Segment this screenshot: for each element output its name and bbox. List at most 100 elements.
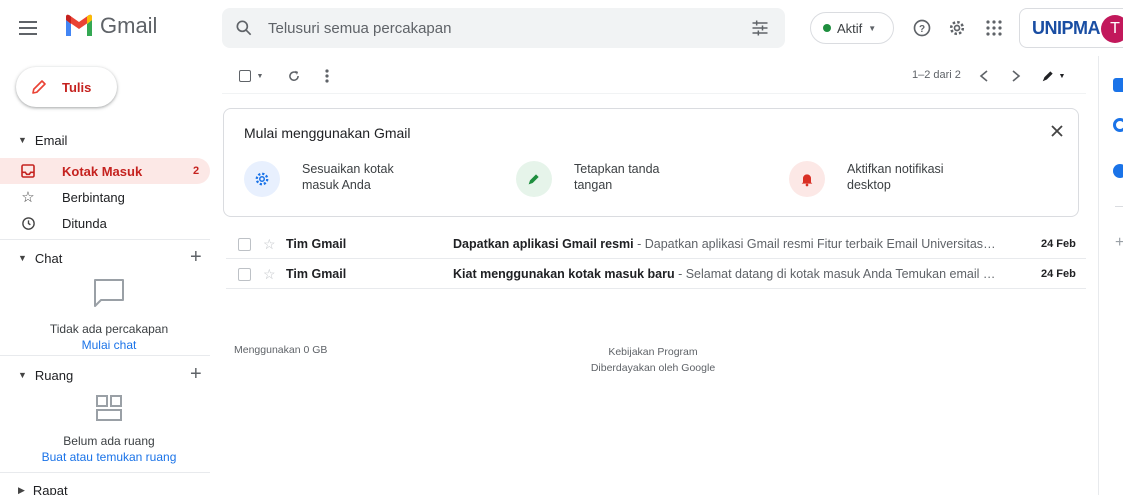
email-subject: Kiat menggunakan kotak masuk baru <box>453 267 675 281</box>
rooms-section-label: Ruang <box>34 367 74 383</box>
rooms-empty-text: Belum ada ruang <box>63 434 155 448</box>
star-icon: ☆ <box>21 189 35 206</box>
settings-gear-icon[interactable] <box>945 16 969 40</box>
chat-empty-state: Tidak ada percakapan Mulai chat <box>0 278 218 352</box>
sidebar-item-label: Ditunda <box>62 215 107 231</box>
rooms-empty-state: Belum ada ruang Buat atau temukan ruang <box>0 394 218 464</box>
compose-button[interactable]: Tulis <box>16 67 117 107</box>
unread-count-badge: 2 <box>193 165 200 177</box>
pen-icon <box>516 161 552 197</box>
status-label: Aktif <box>837 20 863 36</box>
rooms-section-header[interactable]: ▼ Ruang + <box>0 363 218 386</box>
tip-text: Sesuaikan kotak masuk Anda <box>302 162 394 192</box>
mail-toolbar: ▼ 1–2 dari 2 ▼ <box>222 60 1086 92</box>
search-options-icon[interactable] <box>750 18 770 38</box>
chat-section-label: Chat <box>34 250 63 266</box>
tip-desktop-notifications[interactable]: Aktifkan notifikasi desktop <box>789 161 957 201</box>
caret-down-icon: ▼ <box>18 253 27 263</box>
input-tools-icon[interactable]: ▼ <box>1038 66 1068 86</box>
email-row[interactable]: ☆ Tim Gmail Dapatkan aplikasi Gmail resm… <box>226 230 1086 259</box>
add-addon-plus-icon[interactable]: + <box>1115 234 1123 252</box>
program-policy-link[interactable]: Kebijakan Program <box>560 344 746 360</box>
card-title: Mulai menggunakan Gmail <box>244 125 411 141</box>
find-room-link[interactable]: Buat atau temukan ruang <box>0 450 218 464</box>
getting-started-card: Mulai menggunakan Gmail Sesuaikan kotak … <box>223 108 1079 217</box>
section-divider <box>0 355 210 356</box>
email-date: 24 Feb <box>1041 238 1076 250</box>
rooms-grid-icon <box>96 395 122 421</box>
chat-section-header[interactable]: ▼ Chat + <box>0 246 218 269</box>
new-room-plus-icon[interactable]: + <box>190 363 202 386</box>
email-section-header[interactable]: ▼ Email <box>0 130 218 150</box>
account-brand[interactable]: UNIPMA T <box>1019 8 1123 48</box>
bell-icon <box>789 161 825 197</box>
meet-section-header[interactable]: ▶ Rapat <box>0 480 218 495</box>
compose-label: Tulis <box>62 79 92 95</box>
email-sender: Tim Gmail <box>286 237 347 251</box>
sidebar-item-label: Berbintang <box>62 189 125 205</box>
refresh-icon[interactable] <box>284 66 304 86</box>
avatar[interactable]: T <box>1101 15 1123 43</box>
section-divider <box>0 472 210 473</box>
star-toggle-icon[interactable]: ☆ <box>263 236 277 253</box>
gmail-m-icon <box>66 14 92 36</box>
email-snippet: - Dapatkan aplikasi Gmail resmi Fitur te… <box>633 237 998 251</box>
start-chat-link[interactable]: Mulai chat <box>0 338 218 352</box>
row-checkbox[interactable] <box>238 267 251 281</box>
status-dot-icon <box>823 24 831 32</box>
sidebar-item-inbox[interactable]: Kotak Masuk 2 <box>0 158 210 184</box>
select-all-checkbox[interactable]: ▼ <box>236 66 266 86</box>
search-icon[interactable] <box>234 18 254 38</box>
caret-down-icon: ▼ <box>18 370 27 380</box>
side-panel: + <box>1098 56 1123 495</box>
email-snippet: - Selamat datang di kotak masuk Anda Tem… <box>678 267 998 281</box>
next-page-icon[interactable] <box>1008 66 1024 86</box>
caret-right-icon: ▶ <box>18 484 25 495</box>
apps-grid-icon[interactable] <box>982 16 1006 40</box>
chevron-down-icon: ▼ <box>1058 72 1066 80</box>
search-bar[interactable] <box>222 8 785 48</box>
sidebar-item-label: Kotak Masuk <box>62 163 143 179</box>
row-checkbox[interactable] <box>238 237 251 251</box>
powered-by-text: Diberdayakan oleh Google <box>590 362 716 374</box>
main-menu-icon[interactable] <box>16 16 40 40</box>
side-panel-divider <box>1115 206 1123 207</box>
tip-text: Aktifkan notifikasi desktop <box>847 162 944 192</box>
tip-customize-inbox[interactable]: Sesuaikan kotak masuk Anda <box>244 161 422 201</box>
help-icon[interactable]: ? <box>910 16 934 40</box>
email-row[interactable]: ☆ Tim Gmail Kiat menggunakan kotak masuk… <box>226 260 1086 289</box>
gmail-logo[interactable]: Gmail <box>64 13 157 39</box>
clock-icon <box>18 213 38 233</box>
pagination-text: 1–2 dari 2 <box>912 69 961 81</box>
chevron-down-icon: ▼ <box>256 72 264 80</box>
sidebar-item-starred[interactable]: ☆ Berbintang <box>0 184 210 210</box>
star-toggle-icon[interactable]: ☆ <box>263 266 277 283</box>
inbox-icon <box>18 161 38 181</box>
sidebar-item-snoozed[interactable]: Ditunda <box>0 210 210 236</box>
keep-icon[interactable] <box>1113 118 1123 132</box>
prev-page-icon[interactable] <box>976 66 992 86</box>
email-sender: Tim Gmail <box>286 267 347 281</box>
search-input[interactable] <box>268 18 728 38</box>
app-name: Gmail <box>100 13 158 38</box>
gear-icon <box>244 161 280 197</box>
tasks-icon[interactable] <box>1113 164 1123 178</box>
email-section-label: Email <box>34 132 68 148</box>
meet-section-label: Rapat <box>32 482 68 495</box>
status-selector[interactable]: Aktif ▼ <box>810 12 894 44</box>
footer-links: Kebijakan Program Diberdayakan oleh Goog… <box>560 344 746 376</box>
calendar-icon[interactable] <box>1113 78 1123 92</box>
chevron-down-icon: ▼ <box>868 23 877 33</box>
section-divider <box>0 239 210 240</box>
top-header: Gmail Aktif ▼ ? UNIPMA T <box>0 0 1123 56</box>
storage-usage: Menggunakan 0 GB <box>234 344 328 356</box>
caret-down-icon: ▼ <box>18 135 27 145</box>
close-icon[interactable] <box>1049 123 1065 139</box>
email-subject-line: Dapatkan aplikasi Gmail resmi - Dapatkan… <box>453 237 998 251</box>
more-vert-icon[interactable] <box>322 66 332 86</box>
pencil-icon <box>32 80 46 94</box>
email-date: 24 Feb <box>1041 268 1076 280</box>
new-chat-plus-icon[interactable]: + <box>190 246 202 269</box>
svg-text:?: ? <box>919 24 925 35</box>
tip-set-signature[interactable]: Tetapkan tanda tangan <box>516 161 669 201</box>
